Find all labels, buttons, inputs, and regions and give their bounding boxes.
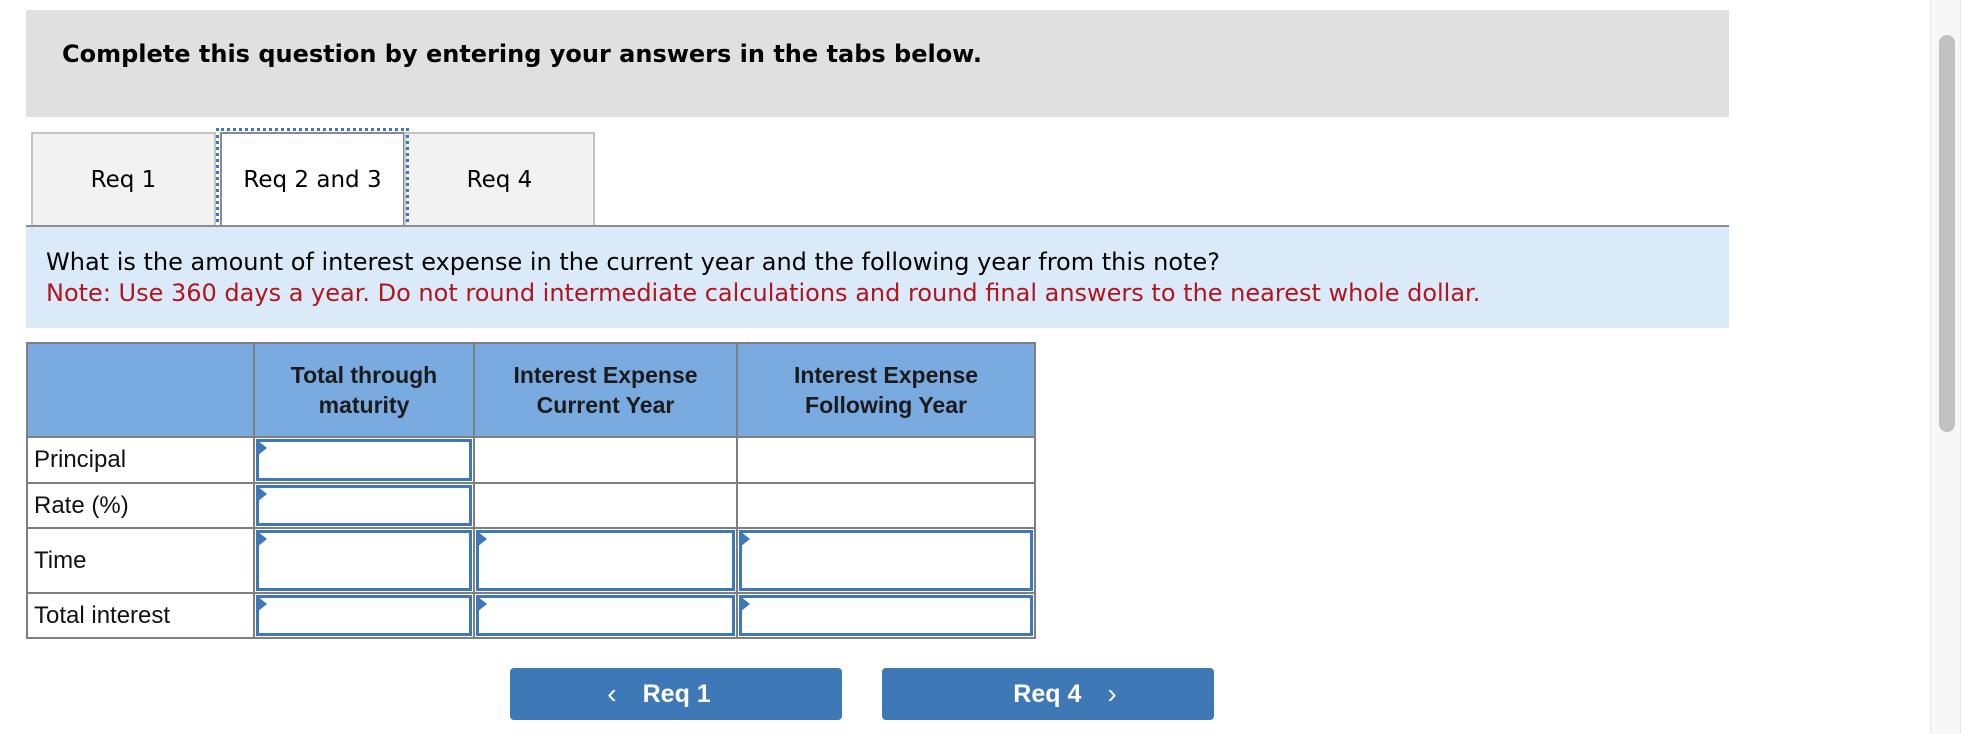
rate-total-input[interactable] [256,485,472,526]
header-interest-following-year: Interest Expense Following Year [736,342,1036,438]
table-row-total-interest: Total interest [26,592,1036,639]
instructions-title: Complete this question by entering your … [62,40,982,68]
row-label: Total interest [26,592,255,639]
row-label: Time [26,527,255,594]
chevron-right-icon: › [1107,678,1117,709]
question-note: Note: Use 360 days a year. Do not round … [46,279,1481,307]
question-text: What is the amount of interest expense i… [46,248,1220,276]
row-label: Rate (%) [26,482,255,529]
total-interest-current-year-input[interactable] [476,595,735,636]
tab-label: Req 4 [466,167,533,193]
table-row-time: Time [26,527,1036,594]
tab-req-1[interactable]: Req 1 [31,132,216,226]
total-interest-total-input[interactable] [256,595,472,636]
prev-button-label: Req 1 [642,679,711,708]
question-panel: What is the amount of interest expense i… [26,227,1729,328]
tab-req-4[interactable]: Req 4 [404,132,595,226]
time-following-year-cell [736,527,1036,594]
instructions-header: Complete this question by entering your … [26,10,1729,117]
time-total-cell [253,527,475,594]
header-total-through-maturity: Total through maturity [253,342,475,438]
table-header-row: Total through maturity Interest Expense Cu… [26,342,1036,438]
row-label: Principal [26,436,255,484]
time-current-year-input[interactable] [476,530,735,591]
interest-table: Total through maturity Interest Expense Cu… [26,342,1036,639]
next-button-label: Req 4 [1013,679,1082,708]
principal-following-year-cell [736,436,1036,484]
principal-total-cell [253,436,475,484]
vertical-scrollbar[interactable] [1930,0,1961,734]
table-row-principal: Principal [26,436,1036,484]
chevron-left-icon: ‹ [607,678,617,709]
principal-current-year-cell [473,436,738,484]
tab-label: Req 2 and 3 [243,167,382,193]
tab-req-2-and-3[interactable]: Req 2 and 3 [220,132,405,226]
principal-total-input[interactable] [256,439,472,481]
prev-req-1-button[interactable]: ‹ Req 1 [510,668,842,720]
header-interest-current-year: Interest Expense Current Year [473,342,738,438]
rate-following-year-cell [736,482,1036,529]
total-interest-current-year-cell [473,592,738,639]
total-interest-following-year-input[interactable] [739,595,1033,636]
next-req-4-button[interactable]: Req 4 › [882,668,1214,720]
total-interest-following-year-cell [736,592,1036,639]
time-total-input[interactable] [256,530,472,591]
table-row-rate: Rate (%) [26,482,1036,529]
header-blank [26,342,255,438]
rate-total-cell [253,482,475,529]
time-following-year-input[interactable] [739,530,1033,591]
tab-label: Req 1 [90,167,157,193]
total-interest-total-cell [253,592,475,639]
rate-current-year-cell [473,482,738,529]
scrollbar-thumb[interactable] [1939,35,1955,432]
time-current-year-cell [473,527,738,594]
